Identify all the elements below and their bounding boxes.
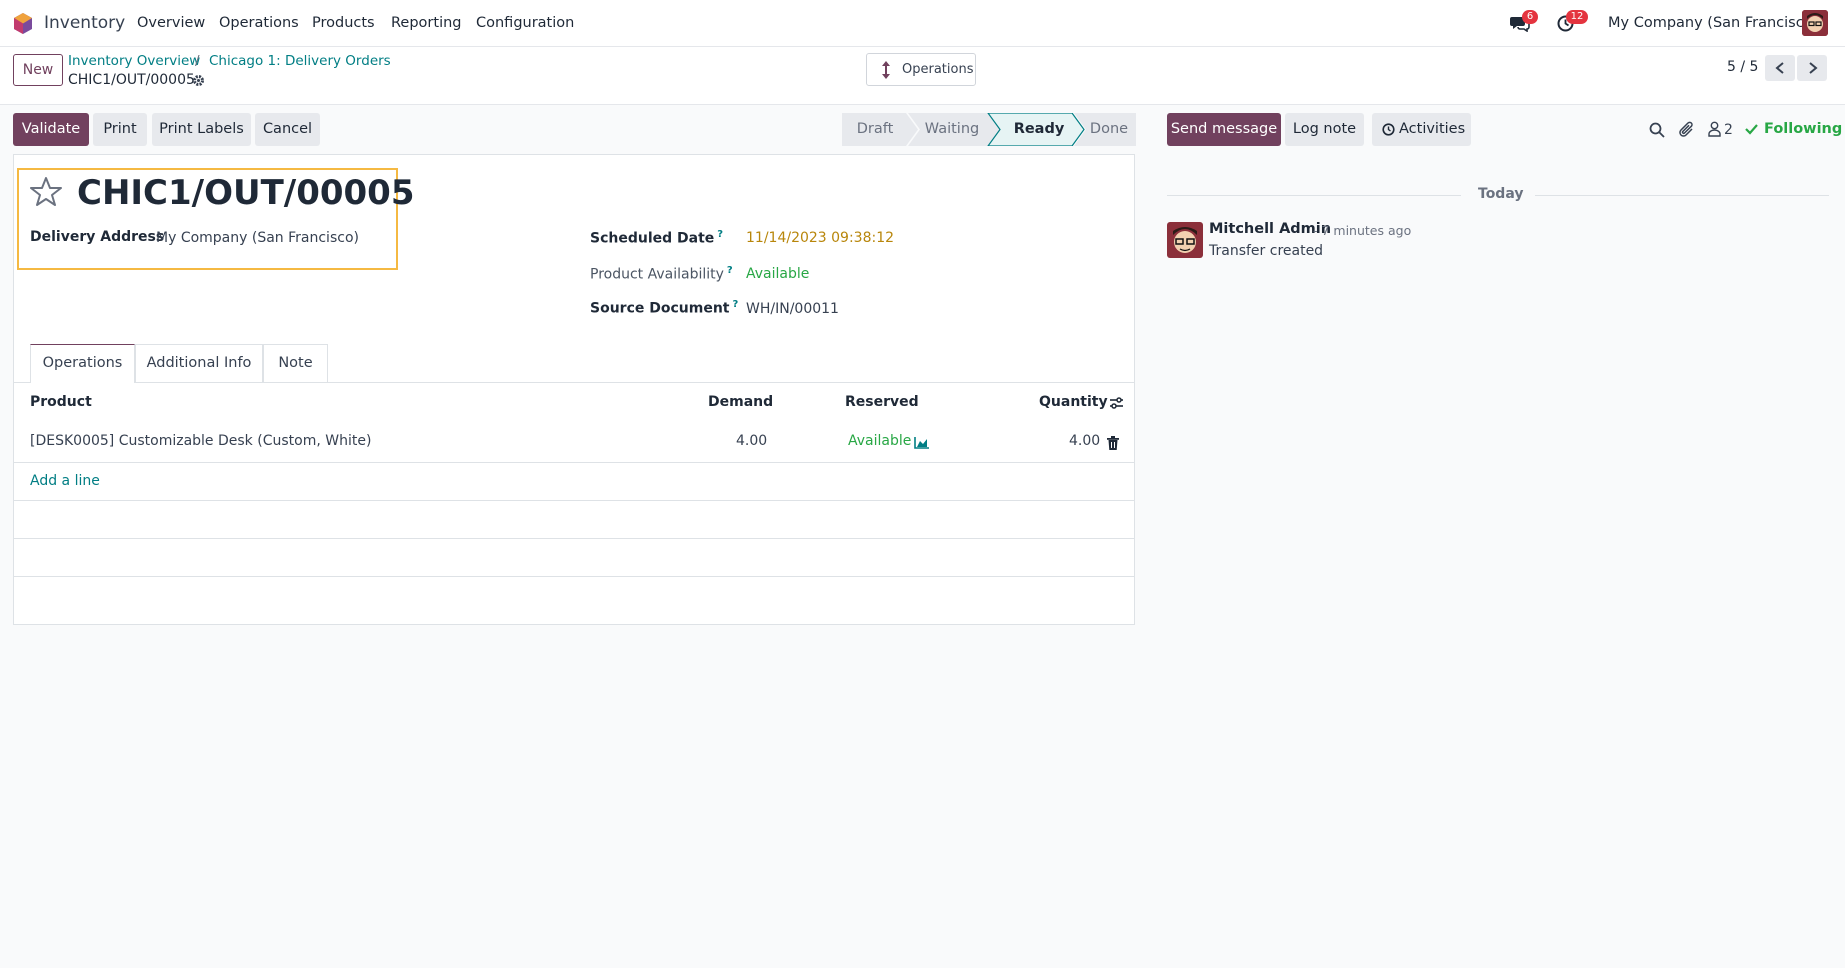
date-separator: Today bbox=[1478, 186, 1524, 202]
column-quantity[interactable]: Quantity bbox=[1039, 394, 1108, 410]
breadcrumb-inventory-overview[interactable]: Inventory Overview bbox=[68, 53, 200, 69]
pager-previous-button[interactable] bbox=[1765, 55, 1795, 81]
status-draft[interactable]: Draft bbox=[842, 113, 908, 146]
tab-operations[interactable]: Operations bbox=[30, 344, 135, 383]
row-divider bbox=[14, 462, 1134, 463]
send-message-button[interactable]: Send message bbox=[1167, 113, 1281, 146]
status-done[interactable]: Done bbox=[1082, 113, 1136, 146]
line-quantity[interactable]: 4.00 bbox=[1069, 433, 1100, 449]
app-logo-icon[interactable] bbox=[13, 13, 33, 34]
print-labels-button[interactable]: Print Labels bbox=[152, 113, 251, 146]
pager-value[interactable]: 5 / 5 bbox=[1727, 59, 1758, 75]
print-button[interactable]: Print bbox=[93, 113, 147, 146]
activities-badge: 12 bbox=[1566, 10, 1588, 24]
help-icon[interactable]: ? bbox=[727, 265, 733, 276]
pager-next-button[interactable] bbox=[1797, 55, 1827, 81]
forecast-chart-icon[interactable] bbox=[914, 436, 930, 449]
line-product[interactable]: [DESK0005] Customizable Desk (Custom, Wh… bbox=[30, 433, 371, 449]
help-icon[interactable]: ? bbox=[717, 229, 723, 240]
gear-icon[interactable] bbox=[192, 74, 205, 87]
user-avatar[interactable] bbox=[1802, 10, 1828, 36]
add-line-link[interactable]: Add a line bbox=[30, 473, 100, 489]
menu-overview[interactable]: Overview bbox=[137, 15, 205, 31]
column-reserved[interactable]: Reserved bbox=[845, 394, 919, 410]
new-button[interactable]: New bbox=[13, 54, 63, 86]
validate-button[interactable]: Validate bbox=[13, 113, 89, 146]
clock-icon bbox=[1382, 123, 1395, 136]
activities-button[interactable]: Activities bbox=[1372, 113, 1471, 146]
tab-note[interactable]: Note bbox=[263, 344, 328, 382]
paperclip-icon[interactable] bbox=[1679, 121, 1695, 138]
row-divider bbox=[14, 538, 1134, 539]
date-divider-right bbox=[1535, 195, 1829, 196]
app-name[interactable]: Inventory bbox=[44, 13, 125, 33]
following-toggle[interactable]: Following bbox=[1764, 121, 1842, 137]
up-down-arrows-icon bbox=[881, 60, 891, 80]
followers-icon[interactable] bbox=[1708, 121, 1721, 137]
date-divider-left bbox=[1167, 195, 1461, 196]
record-name: CHIC1/OUT/00005 bbox=[68, 72, 195, 88]
top-navbar: Inventory Overview Operations Products R… bbox=[0, 0, 1845, 47]
message-time: - 7 minutes ago bbox=[1313, 223, 1412, 238]
tab-additional-info[interactable]: Additional Info bbox=[135, 344, 263, 382]
row-divider bbox=[14, 500, 1134, 501]
search-icon[interactable] bbox=[1649, 122, 1665, 138]
row-divider bbox=[14, 576, 1134, 577]
help-icon[interactable]: ? bbox=[733, 299, 739, 310]
table-row[interactable]: [DESK0005] Customizable Desk (Custom, Wh… bbox=[14, 422, 1134, 462]
status-waiting[interactable]: Waiting bbox=[917, 113, 987, 146]
source-document-field[interactable]: WH/IN/00011 bbox=[746, 301, 839, 317]
cancel-button[interactable]: Cancel bbox=[255, 113, 320, 146]
log-note-button[interactable]: Log note bbox=[1285, 113, 1364, 146]
column-settings-icon[interactable] bbox=[1109, 396, 1124, 410]
column-demand[interactable]: Demand bbox=[708, 394, 773, 410]
scheduled-date-label: Scheduled Date? bbox=[590, 229, 724, 247]
messages-badge: 6 bbox=[1522, 10, 1538, 24]
menu-products[interactable]: Products bbox=[312, 15, 375, 31]
chevron-left-icon bbox=[1775, 62, 1784, 74]
record-title: CHIC1/OUT/00005 bbox=[77, 173, 415, 213]
trash-icon[interactable] bbox=[1107, 436, 1119, 450]
menu-configuration[interactable]: Configuration bbox=[476, 15, 574, 31]
menu-reporting[interactable]: Reporting bbox=[391, 15, 462, 31]
status-ready[interactable]: Ready bbox=[1000, 113, 1078, 146]
column-product[interactable]: Product bbox=[30, 394, 92, 410]
operations-smart-button[interactable]: Operations bbox=[866, 53, 976, 86]
product-availability-label: Product Availability? bbox=[590, 265, 733, 283]
product-availability-value: Available bbox=[746, 266, 810, 282]
followers-count[interactable]: 2 bbox=[1724, 122, 1733, 138]
author-avatar[interactable] bbox=[1167, 222, 1203, 258]
line-reserved: Available bbox=[848, 433, 912, 449]
star-icon[interactable] bbox=[30, 176, 62, 207]
control-panel: New Inventory Overview / Chicago 1: Deli… bbox=[0, 47, 1845, 105]
line-demand: 4.00 bbox=[736, 433, 768, 449]
check-icon bbox=[1745, 123, 1758, 135]
tabs-underline bbox=[14, 382, 1134, 383]
scheduled-date-field[interactable]: 11/14/2023 09:38:12 bbox=[746, 230, 894, 246]
breadcrumb-separator: / bbox=[195, 53, 200, 69]
breadcrumb-delivery-orders[interactable]: Chicago 1: Delivery Orders bbox=[209, 53, 391, 69]
chevron-right-icon bbox=[1809, 62, 1818, 74]
operations-smart-button-label: Operations bbox=[902, 62, 974, 77]
company-switcher[interactable]: My Company (San Francisco) bbox=[1608, 15, 1818, 31]
activities-button-label: Activities bbox=[1399, 121, 1466, 137]
delivery-address-field[interactable]: My Company (San Francisco) bbox=[156, 230, 359, 246]
source-document-label: Source Document? bbox=[590, 299, 739, 317]
message-body: Transfer created bbox=[1209, 243, 1324, 259]
menu-operations[interactable]: Operations bbox=[219, 15, 299, 31]
delivery-address-label: Delivery Address bbox=[30, 229, 165, 245]
